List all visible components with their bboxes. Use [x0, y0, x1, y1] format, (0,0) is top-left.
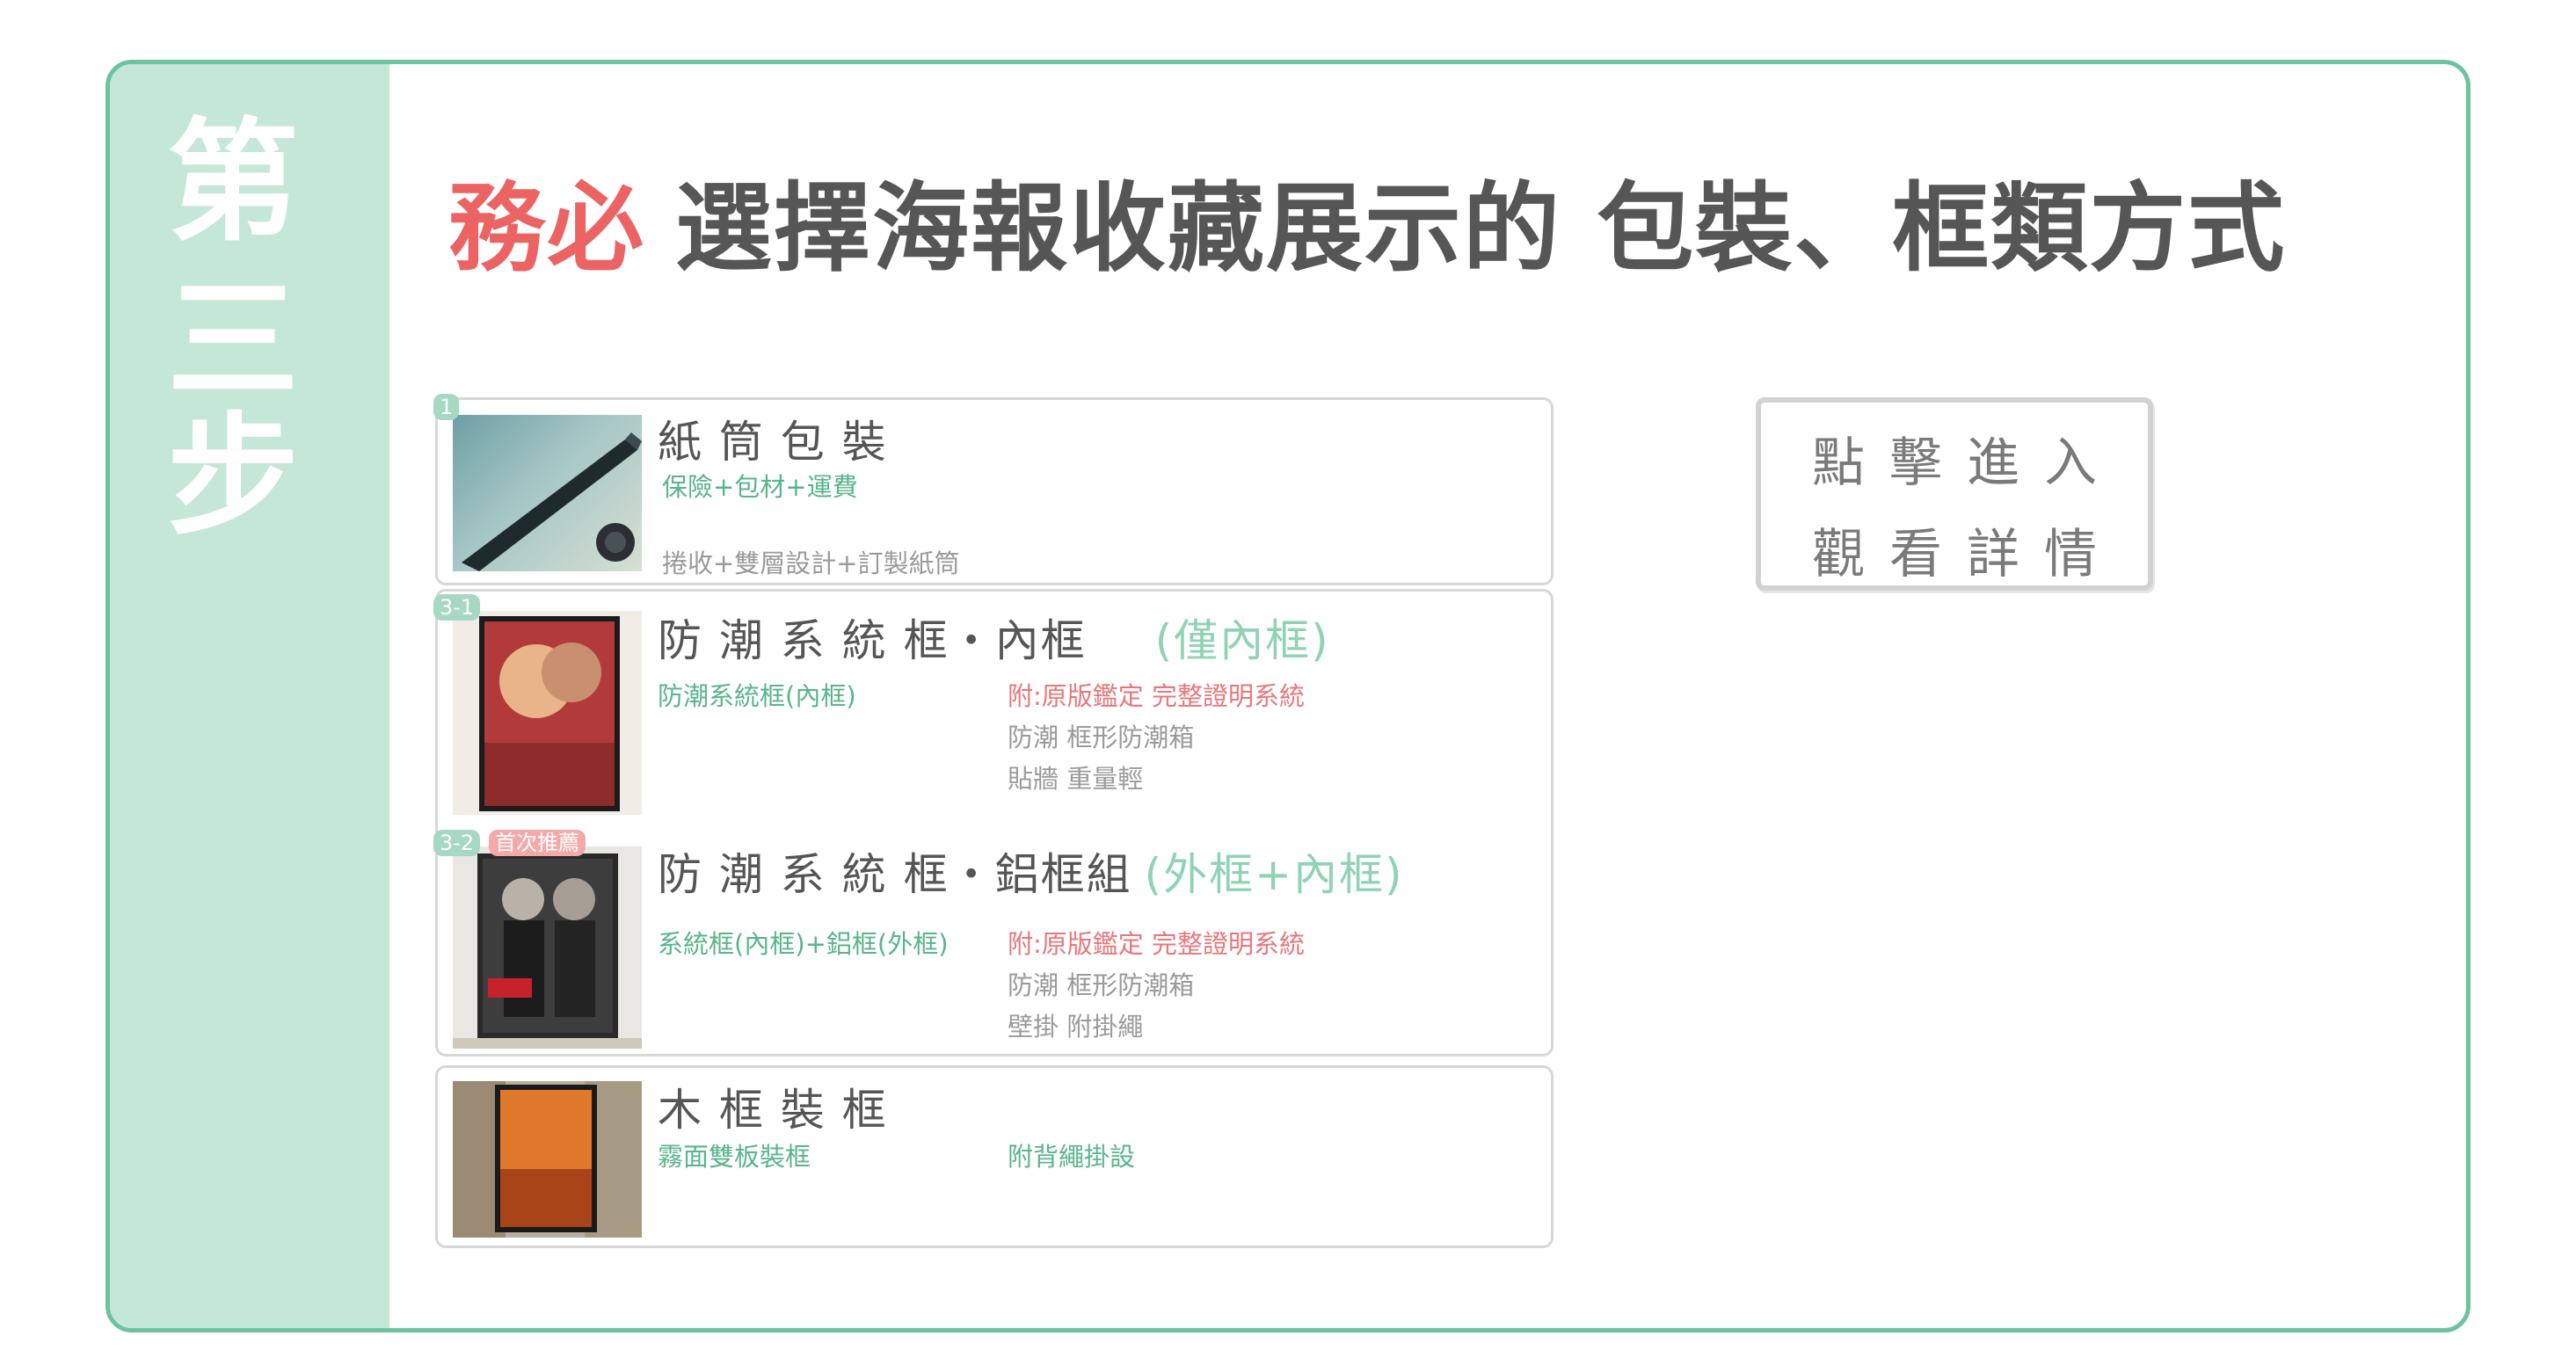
- card-detail: 附:原版鑑定 完整證明系統: [1008, 929, 1305, 959]
- option-card-tube[interactable]: 紙 筒 包 裝 保險+包材+運費 捲收+雙層設計+訂製紙筒: [435, 397, 1554, 585]
- option-badge: 3-2: [433, 830, 481, 856]
- card-detail: 防潮系統框(內框): [658, 681, 856, 711]
- card-detail: 防潮 框形防潮箱: [1008, 723, 1195, 752]
- option-badge: 1: [433, 394, 460, 420]
- card-detail: 霧面雙板裝框: [658, 1142, 811, 1172]
- button-label-line2: 觀看詳情: [1812, 524, 2121, 585]
- wood-frame-photo: [453, 1081, 642, 1238]
- card-detail: 系統框(內框)+鋁框(外框): [658, 929, 949, 959]
- step-sidebar: 第 三 步: [110, 64, 389, 1328]
- card-detail: 防潮 框形防潮箱: [1008, 970, 1195, 1000]
- card-detail: 附背繩掛設: [1008, 1142, 1136, 1172]
- card-title: 防 潮 系 統 框・內框 (僅內框): [658, 615, 1330, 666]
- card-title: 木 框 裝 框: [658, 1085, 888, 1136]
- framed-poster-icon: [453, 1081, 642, 1238]
- option-card-wood-frame[interactable]: 木 框 裝 框 霧面雙板裝框 附背繩掛設: [435, 1065, 1554, 1248]
- aluminum-frame-photo: [453, 846, 642, 1049]
- button-label-line1: 點擊進入: [1812, 432, 2121, 494]
- framed-poster-icon: [453, 853, 642, 1049]
- tube-photo: [453, 415, 642, 571]
- step-char-1: 第: [167, 106, 300, 259]
- option-badge: 3-1: [433, 594, 481, 621]
- framed-poster-icon: [479, 616, 620, 811]
- card-detail: 附:原版鑑定 完整證明系統: [1008, 681, 1305, 711]
- card-detail: 保險+包材+運費: [662, 472, 858, 502]
- option-card-moisture-frame[interactable]: 防 潮 系 統 框・內框 (僅內框) 防潮系統框(內框) 附:原版鑑定 完整證明系…: [435, 589, 1554, 1057]
- card-title: 防 潮 系 統 框・鋁框組 (外框+內框): [658, 849, 1404, 900]
- title-highlight: 務必: [448, 172, 645, 285]
- card-title-note: (僅內框): [1154, 615, 1330, 666]
- card-detail: 壁掛 附掛繩: [1008, 1012, 1144, 1042]
- step-char-3: 步: [167, 401, 300, 554]
- step-char-2: 三: [167, 265, 300, 418]
- page-title: 務必 選擇海報收藏展示的 包裝、框類方式: [448, 149, 2286, 290]
- card-title-note: (外框+內框): [1144, 849, 1404, 900]
- card-detail: 貼牆 重量輕: [1008, 764, 1144, 794]
- view-details-button[interactable]: 點擊進入 觀看詳情: [1756, 397, 2153, 591]
- poster-tube-icon: [462, 432, 642, 571]
- card-detail: 捲收+雙層設計+訂製紙筒: [662, 548, 960, 578]
- recommend-badge: 首次推薦: [489, 830, 586, 856]
- title-text: 選擇海報收藏展示的 包裝、框類方式: [675, 172, 2287, 285]
- card-title: 紙 筒 包 裝: [658, 417, 888, 468]
- inner-frame-photo: [453, 611, 642, 815]
